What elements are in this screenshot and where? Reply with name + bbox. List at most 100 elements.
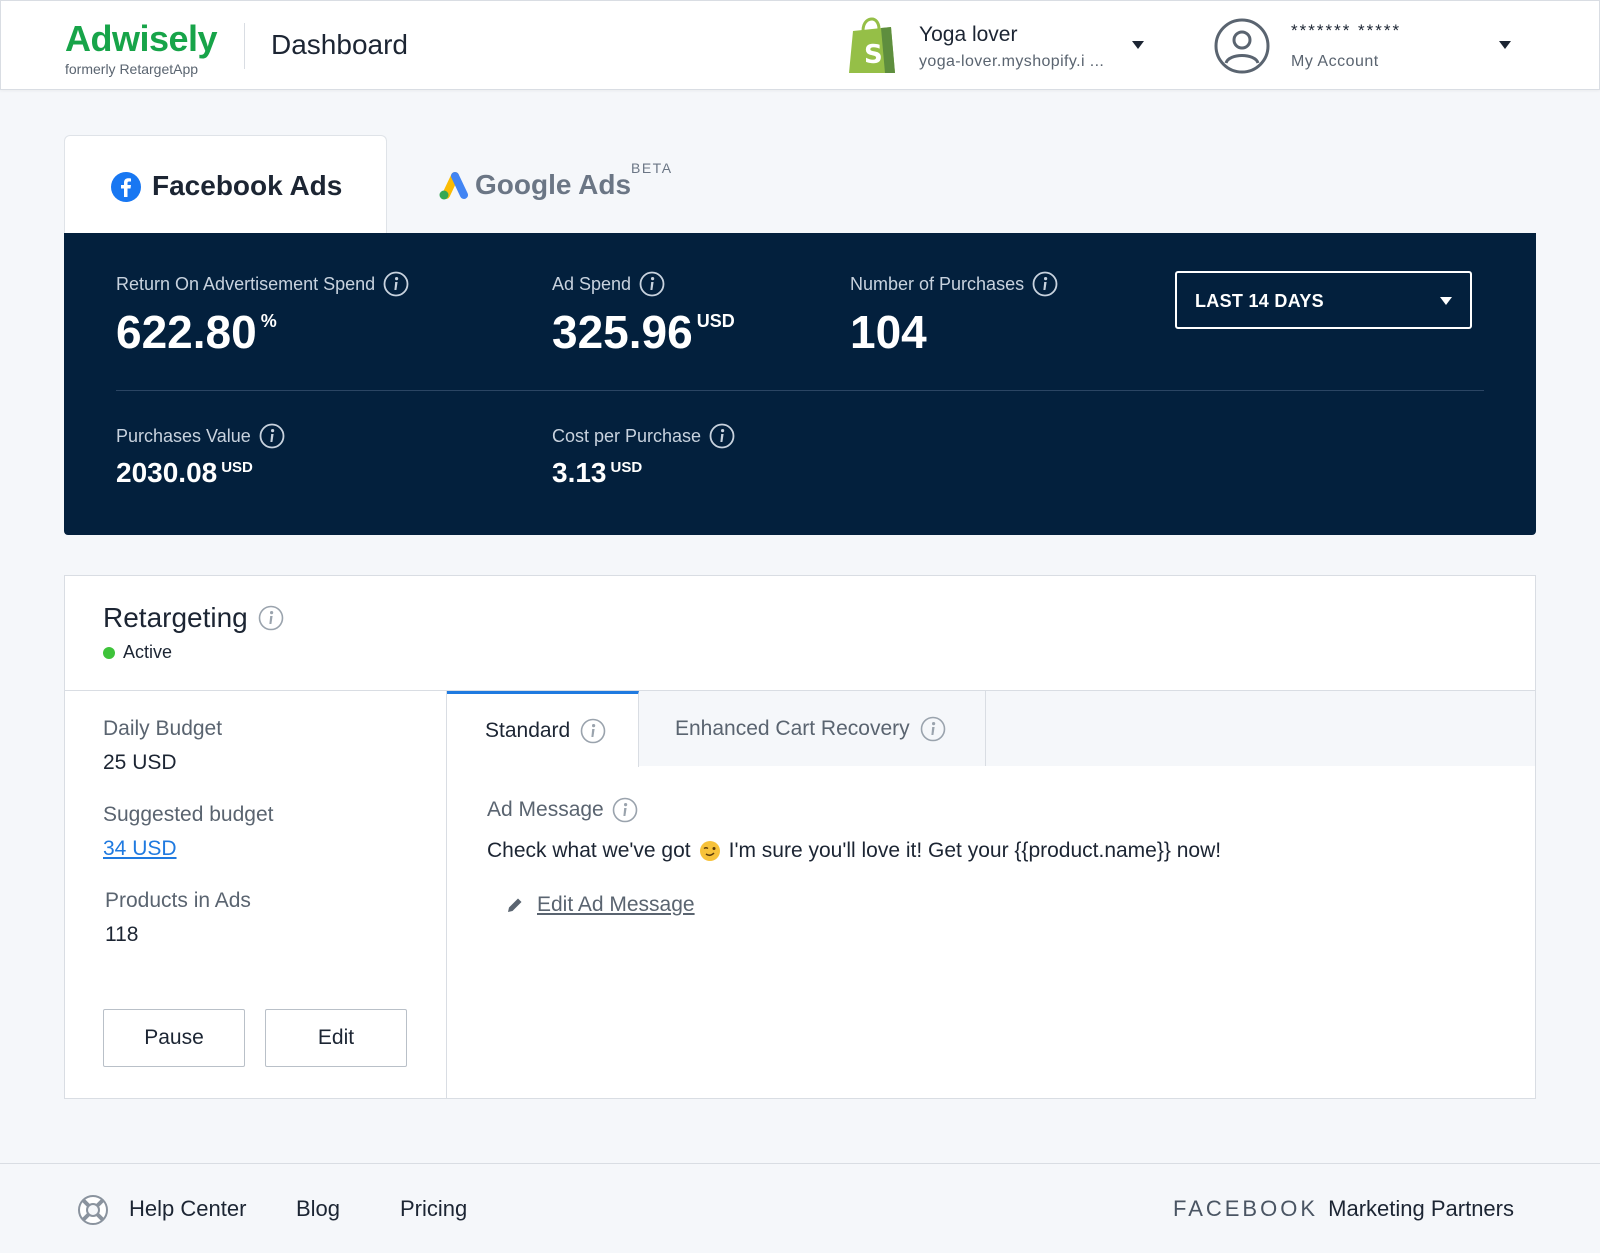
tab-google-label: Google Ads: [475, 169, 632, 200]
status-dot: [103, 646, 115, 659]
tab-google-ads[interactable]: Google Ads BETA: [432, 160, 682, 220]
subtabs-filler: [986, 691, 1535, 766]
budget-column: Daily Budget 25 USD Suggested budget 34 …: [65, 691, 447, 1098]
date-range-select[interactable]: LAST 14 DAYS: [1175, 271, 1472, 329]
edit-ad-message-label: Edit Ad Message: [537, 893, 695, 916]
tab-facebook-ads[interactable]: Facebook Ads: [64, 135, 387, 233]
metric-purchases-label: Number of Purchases: [850, 273, 1025, 294]
retargeting-title-row: Retargeting: [103, 602, 284, 634]
tab-standard-label: Standard: [485, 718, 571, 742]
metric-cpp-label-row: Cost per Purchase: [552, 423, 735, 449]
chevron-down-icon: [1499, 41, 1511, 49]
metric-purchases-value-total: Purchases Value 2030.08 USD: [116, 423, 285, 489]
store-url: yoga-lover.myshopify.i ...: [919, 53, 1105, 70]
info-icon[interactable]: [258, 605, 284, 631]
metric-cpp-value: 3.13: [552, 457, 607, 488]
info-icon[interactable]: [1032, 271, 1058, 297]
top-header: Adwisely formerly RetargetApp Dashboard …: [0, 0, 1600, 90]
footer-help-center[interactable]: Help Center: [129, 1196, 246, 1222]
info-icon[interactable]: [612, 797, 638, 823]
ad-message-column: Standard Enhanced Cart Recovery Ad Messa…: [447, 691, 1535, 1098]
lifebuoy-icon: [78, 1195, 108, 1225]
info-icon[interactable]: [920, 716, 946, 742]
account-menu[interactable]: ******* ***** My Account: [1213, 17, 1513, 77]
facebook-marketing-partners-badge: FACEBOOK Marketing Partners: [1173, 1196, 1514, 1222]
metrics-divider: [116, 390, 1484, 391]
brand-name: Adwisely: [65, 18, 218, 59]
products-in-ads: Products in Ads 118: [105, 889, 251, 947]
metric-purchases-value: 104: [850, 306, 927, 358]
footer-pricing[interactable]: Pricing: [400, 1196, 467, 1222]
ad-message-part1: Check what we've got: [487, 839, 691, 862]
google-ads-icon: [439, 172, 468, 200]
metrics-panel: Return On Advertisement Spend 622.80% Ad…: [64, 233, 1536, 535]
facebook-icon: [111, 172, 141, 202]
brand-subtitle: formerly RetargetApp: [65, 61, 199, 77]
info-icon[interactable]: [639, 271, 665, 297]
metric-roas-value: 622.80: [116, 306, 257, 358]
metric-spend-value: 325.96: [552, 306, 693, 358]
ad-message-label-row: Ad Message: [487, 797, 638, 823]
suggested-budget-link[interactable]: 34 USD: [103, 837, 177, 861]
chevron-down-icon: [1440, 297, 1452, 305]
shopify-bag-icon: S: [849, 17, 895, 73]
retargeting-card: Retargeting Active Daily Budget 25 USD S…: [64, 575, 1536, 1099]
user-avatar-icon: [1214, 18, 1270, 74]
edit-button[interactable]: Edit: [265, 1009, 407, 1067]
products-in-ads-value: 118: [105, 923, 139, 946]
ad-message-label: Ad Message: [487, 798, 604, 821]
beta-badge: BETA: [631, 160, 673, 176]
metric-roas-unit: %: [260, 311, 277, 331]
tab-enhanced-cart-recovery[interactable]: Enhanced Cart Recovery: [639, 691, 986, 766]
store-name: Yoga lover: [919, 23, 1018, 46]
page-title: Dashboard: [271, 29, 408, 60]
info-icon[interactable]: [259, 423, 285, 449]
partner-brand: FACEBOOK: [1172, 1196, 1319, 1221]
brand-logo[interactable]: Adwisely formerly RetargetApp: [65, 18, 218, 78]
retargeting-header: Retargeting Active: [65, 576, 1535, 691]
partner-text: Marketing Partners: [1328, 1196, 1514, 1221]
info-icon[interactable]: [383, 271, 409, 297]
account-subtitle: My Account: [1291, 53, 1379, 70]
header-divider: [244, 23, 245, 69]
metric-roas-label-row: Return On Advertisement Spend: [116, 271, 409, 297]
metric-pv-value: 2030.08: [116, 457, 218, 488]
daily-budget-value: 25 USD: [103, 751, 177, 774]
metric-roas-label: Return On Advertisement Spend: [116, 273, 376, 294]
tab-facebook-label: Facebook Ads: [152, 170, 343, 201]
edit-ad-message-link[interactable]: Edit Ad Message: [505, 893, 695, 917]
pause-button[interactable]: Pause: [103, 1009, 245, 1067]
suggested-budget: Suggested budget 34 USD: [103, 803, 273, 861]
products-in-ads-label: Products in Ads: [105, 889, 251, 912]
status-text: Active: [123, 642, 173, 662]
metric-pv-unit: USD: [221, 459, 253, 476]
chevron-down-icon: [1132, 41, 1144, 49]
tab-ecr-label: Enhanced Cart Recovery: [675, 716, 910, 740]
tab-standard[interactable]: Standard: [447, 691, 639, 767]
info-icon[interactable]: [709, 423, 735, 449]
daily-budget: Daily Budget 25 USD: [103, 717, 222, 775]
metric-spend-unit: USD: [696, 311, 735, 331]
daily-budget-label: Daily Budget: [103, 717, 223, 740]
metric-pv-label: Purchases Value: [116, 425, 251, 446]
metric-cpp-unit: USD: [610, 459, 643, 476]
metric-pv-value-row: 2030.08 USD: [116, 457, 285, 489]
metric-roas: Return On Advertisement Spend 622.80%: [116, 271, 409, 359]
ad-message-part2: I'm sure you'll love it! Get your {{prod…: [728, 839, 1222, 862]
retargeting-title: Retargeting: [103, 602, 248, 633]
metric-spend-value-row: 325.96 USD: [552, 305, 735, 359]
info-icon[interactable]: [580, 718, 606, 744]
store-selector[interactable]: S Yoga lover yoga-lover.myshopify.i ...: [847, 17, 1157, 77]
metric-roas-value-row: 622.80%: [116, 305, 409, 359]
svg-text:S: S: [864, 40, 883, 70]
metric-cost-per-purchase: Cost per Purchase 3.13 USD: [552, 423, 735, 489]
suggested-budget-label: Suggested budget: [103, 803, 274, 826]
footer: Help Center Blog Pricing FACEBOOK Market…: [0, 1163, 1600, 1253]
pencil-icon: [508, 898, 522, 912]
metric-ad-spend: Ad Spend 325.96 USD: [552, 271, 735, 359]
metric-cpp-label: Cost per Purchase: [552, 425, 702, 446]
date-range-value: LAST 14 DAYS: [1195, 291, 1324, 311]
metric-purchases: Number of Purchases 104: [850, 271, 1058, 359]
wink-emoji-icon: [699, 841, 720, 861]
footer-blog[interactable]: Blog: [296, 1196, 340, 1222]
